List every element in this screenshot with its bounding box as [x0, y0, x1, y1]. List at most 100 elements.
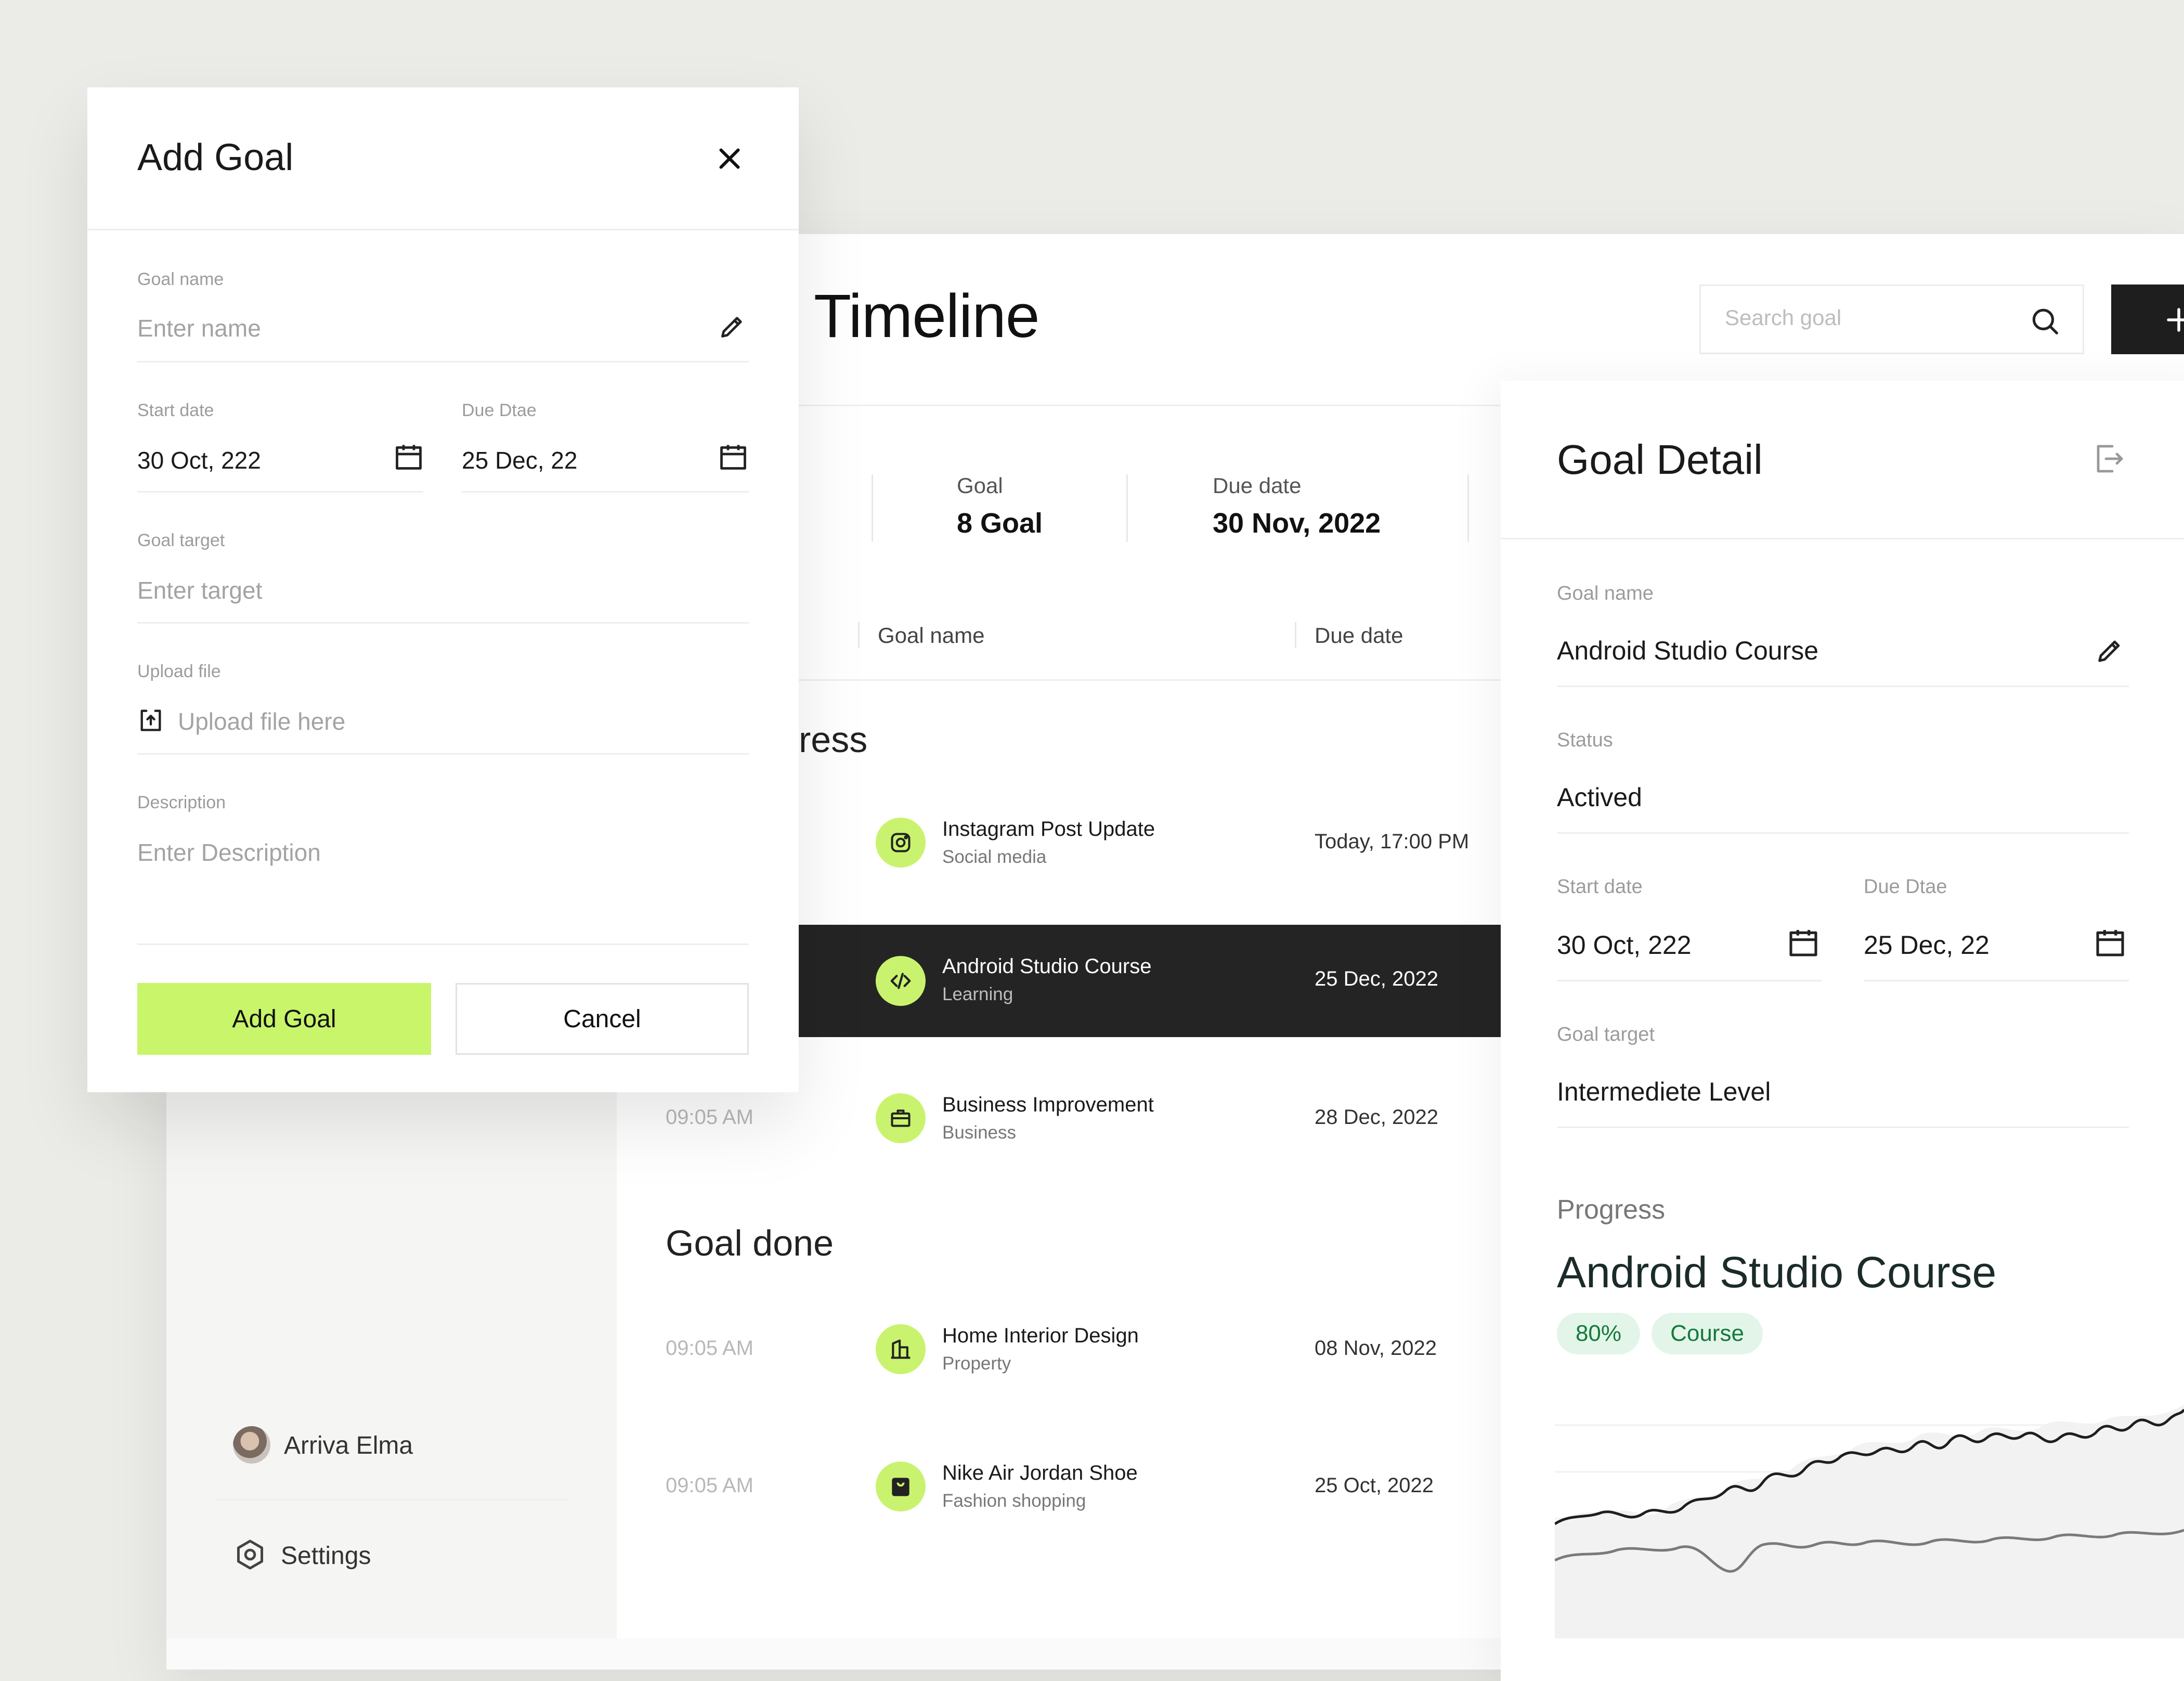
column-header-goal-name[interactable]: Goal name — [878, 623, 984, 648]
due-date-label: Due Dtae — [462, 400, 537, 420]
stat-divider — [1126, 474, 1128, 542]
field-underline — [137, 491, 423, 493]
user-name: Arriva Elma — [284, 1432, 413, 1459]
briefcase-icon — [876, 1093, 926, 1143]
add-goal-submit-button[interactable]: Add Goal — [137, 983, 431, 1055]
sidebar-divider — [216, 1499, 568, 1501]
column-divider — [1295, 622, 1296, 648]
detail-due-label: Due Dtae — [1864, 876, 1947, 898]
goal-target-input[interactable] — [137, 576, 709, 604]
field-underline — [137, 943, 749, 945]
list-item[interactable]: 09:05 AM Nike Air Jordan Shoe Fashion sh… — [666, 1434, 1501, 1538]
start-date-input[interactable]: 30 Oct, 222 — [137, 446, 261, 474]
field-underline — [137, 622, 749, 624]
row-due-date: Today, 17:00 PM — [1315, 830, 1470, 853]
stat-divider — [872, 474, 873, 542]
detail-start-value[interactable]: 30 Oct, 222 — [1557, 930, 1692, 960]
due-date-input[interactable]: 25 Dec, 22 — [462, 446, 577, 474]
calendar-icon[interactable] — [2094, 926, 2127, 959]
detail-title: Goal Detail — [1557, 436, 1763, 483]
progress-title: Android Studio Course — [1557, 1248, 1997, 1297]
section-title-in-progress: ress — [799, 719, 868, 760]
modal-header-divider — [87, 229, 799, 230]
row-title: Nike Air Jordan Shoe — [942, 1462, 1138, 1484]
settings-label: Settings — [281, 1542, 371, 1570]
trend-area — [1555, 1404, 2184, 1638]
detail-header-divider — [1501, 538, 2184, 539]
gear-icon — [233, 1537, 267, 1572]
cancel-button[interactable]: Cancel — [456, 983, 749, 1055]
field-underline — [1557, 686, 2129, 687]
row-category: Property — [942, 1353, 1011, 1374]
row-title: Instagram Post Update — [942, 818, 1155, 840]
progress-tag-badge: Course — [1652, 1313, 1763, 1354]
search-box[interactable] — [1699, 285, 2084, 354]
description-input[interactable] — [137, 838, 709, 867]
shopping-bag-icon — [876, 1462, 926, 1511]
field-underline — [1557, 980, 1822, 981]
list-item[interactable]: 09:05 AM Home Interior Design Property 0… — [666, 1297, 1501, 1401]
row-time: 09:05 AM — [666, 1337, 754, 1360]
goal-target-label: Goal target — [137, 531, 225, 550]
page-title: Timeline — [814, 282, 1040, 351]
calendar-icon[interactable] — [1787, 926, 1820, 959]
row-due-date: 25 Dec, 2022 — [1315, 967, 1438, 990]
detail-target-value[interactable]: Intermediete Level — [1557, 1077, 1771, 1107]
building-icon — [876, 1324, 926, 1374]
stat-goal-value: 8 Goal — [957, 508, 1043, 539]
detail-goal-name-value[interactable]: Android Studio Course — [1557, 636, 1818, 666]
row-due-date: 28 Dec, 2022 — [1315, 1106, 1438, 1129]
row-category: Business — [942, 1122, 1017, 1143]
section-title-goal-done: Goal done — [666, 1223, 834, 1263]
description-label: Description — [137, 793, 226, 812]
sidebar-item-settings[interactable]: Settings — [233, 1534, 555, 1581]
pencil-icon[interactable] — [2095, 636, 2125, 666]
detail-status-value[interactable]: Actived — [1557, 782, 1642, 812]
table-header-divider — [799, 679, 1501, 681]
field-underline — [1557, 832, 2129, 834]
calendar-icon[interactable] — [393, 441, 424, 472]
instagram-icon — [876, 818, 926, 868]
column-divider — [858, 622, 860, 648]
field-underline — [462, 491, 749, 493]
detail-target-label: Goal target — [1557, 1024, 1655, 1045]
row-due-date: 08 Nov, 2022 — [1315, 1337, 1437, 1360]
detail-goal-name-label: Goal name — [1557, 583, 1654, 604]
header-divider — [799, 405, 1501, 406]
detail-start-label: Start date — [1557, 876, 1643, 898]
user-profile[interactable]: Arriva Elma — [233, 1425, 555, 1472]
row-due-date: 25 Oct, 2022 — [1315, 1474, 1434, 1497]
column-header-due-date[interactable]: Due date — [1315, 623, 1403, 648]
detail-due-value[interactable]: 25 Dec, 22 — [1864, 930, 1990, 960]
search-input[interactable] — [1724, 305, 2017, 331]
list-item[interactable]: Instagram Post Update Social media Today… — [799, 791, 1501, 895]
goal-name-input[interactable] — [137, 314, 657, 342]
code-icon — [876, 956, 926, 1006]
row-time: 09:05 AM — [666, 1106, 754, 1129]
row-category: Fashion shopping — [942, 1491, 1086, 1511]
upload-file-dropzone[interactable]: Upload file here — [178, 707, 345, 735]
plus-icon — [2163, 304, 2184, 335]
close-icon[interactable] — [712, 141, 747, 176]
pencil-icon[interactable] — [718, 312, 747, 341]
row-title: Business Improvement — [942, 1093, 1154, 1116]
field-underline — [137, 361, 749, 363]
progress-label: Progress — [1557, 1195, 1666, 1225]
calendar-icon[interactable] — [718, 441, 749, 472]
search-icon[interactable] — [2029, 305, 2061, 337]
row-category: Learning — [942, 984, 1013, 1004]
row-title: Home Interior Design — [942, 1324, 1139, 1347]
start-date-label: Start date — [137, 400, 214, 420]
field-underline — [1557, 1127, 2129, 1128]
row-category: Social media — [942, 847, 1047, 867]
list-item-selected[interactable]: Android Studio Course Learning 25 Dec, 2… — [799, 925, 1501, 1037]
exit-icon[interactable] — [2090, 440, 2128, 477]
stat-goal-label: Goal — [957, 473, 1003, 498]
stat-due-label: Due date — [1213, 473, 1302, 498]
avatar — [233, 1426, 270, 1464]
modal-title: Add Goal — [137, 137, 294, 178]
progress-chart — [1555, 1394, 2184, 1638]
add-goal-button[interactable] — [2111, 285, 2184, 354]
upload-icon[interactable] — [137, 706, 164, 733]
stat-divider — [1467, 474, 1469, 542]
